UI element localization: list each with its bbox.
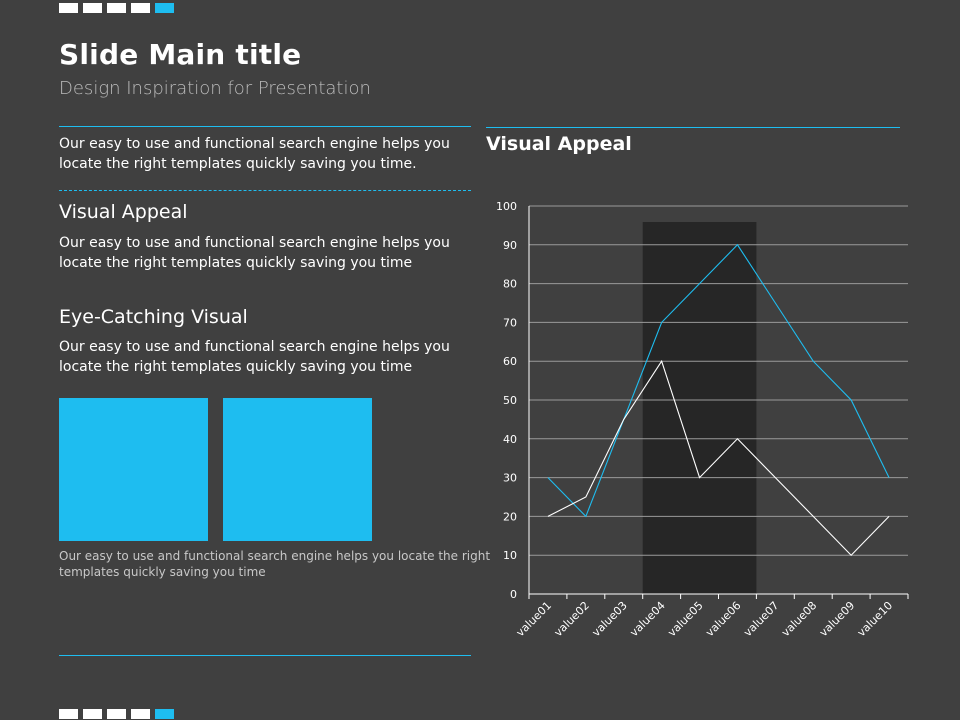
x-tick-label: value08	[779, 599, 819, 639]
divider-bottom	[59, 655, 471, 656]
x-tick-label: value04	[627, 599, 667, 639]
x-tick-label: value07	[741, 599, 781, 639]
section-heading-eye-catching: Eye-Catching Visual	[59, 306, 248, 328]
x-tick-label: value03	[590, 599, 630, 639]
section-heading-visual-appeal: Visual Appeal	[59, 201, 188, 223]
chart-title: Visual Appeal	[486, 133, 632, 155]
deco-square-accent	[155, 709, 174, 719]
x-tick-label: value05	[665, 599, 705, 639]
image-placeholder-1	[59, 398, 208, 541]
y-tick-label: 80	[503, 278, 517, 291]
bottom-decoration	[59, 709, 174, 719]
x-tick-label: value09	[817, 599, 857, 639]
y-tick-label: 0	[510, 588, 517, 601]
x-tick-label: value10	[855, 599, 895, 639]
highlight-band	[642, 222, 757, 594]
deco-square	[107, 3, 126, 13]
divider-top-left	[59, 126, 471, 127]
intro-text: Our easy to use and functional search en…	[59, 136, 450, 172]
deco-square	[131, 709, 150, 719]
deco-square-accent	[155, 3, 174, 13]
x-tick-label: value01	[514, 599, 554, 639]
top-decoration	[59, 3, 174, 13]
y-tick-label: 10	[503, 549, 517, 562]
divider-dashed	[59, 190, 471, 191]
image-placeholder-2	[223, 398, 372, 541]
section-body-visual-appeal: Our easy to use and functional search en…	[59, 235, 450, 271]
deco-square	[107, 709, 126, 719]
y-tick-label: 40	[503, 433, 517, 446]
x-tick-label: value02	[552, 599, 592, 639]
slide-title: Slide Main title	[59, 38, 302, 71]
caption-text: Our easy to use and functional search en…	[59, 549, 491, 579]
y-tick-label: 100	[496, 200, 517, 213]
y-tick-label: 50	[503, 394, 517, 407]
deco-square	[59, 3, 78, 13]
y-tick-label: 20	[503, 510, 517, 523]
divider-top-right	[486, 127, 900, 128]
deco-square	[59, 709, 78, 719]
deco-square	[131, 3, 150, 13]
y-tick-label: 90	[503, 239, 517, 252]
x-tick-label: value06	[703, 599, 743, 639]
section-body-eye-catching: Our easy to use and functional search en…	[59, 339, 450, 375]
line-chart: 0102030405060708090100value01value02valu…	[496, 200, 909, 639]
y-tick-label: 60	[503, 355, 517, 368]
y-tick-label: 30	[503, 472, 517, 485]
deco-square	[83, 3, 102, 13]
slide-subtitle: Design Inspiration for Presentation	[59, 78, 371, 99]
y-tick-label: 70	[503, 316, 517, 329]
deco-square	[83, 709, 102, 719]
